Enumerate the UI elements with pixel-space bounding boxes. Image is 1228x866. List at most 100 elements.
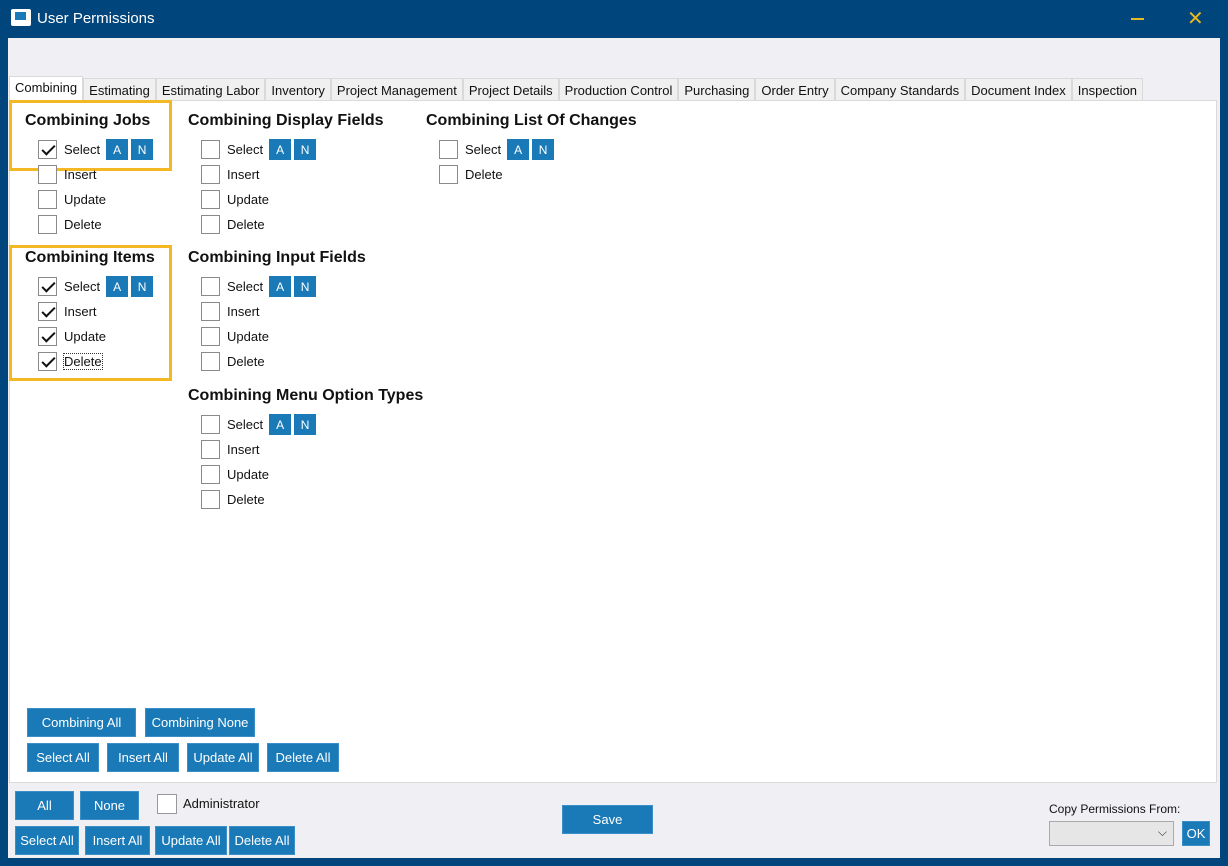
tab-estimating[interactable]: Estimating [83,78,156,101]
select-all-a-button[interactable]: A [269,276,292,297]
group-title: Combining Jobs [25,112,151,129]
panel-update-all-button[interactable]: Update All [187,743,259,772]
insert-checkbox[interactable] [201,165,220,184]
save-button[interactable]: Save [562,805,653,834]
tab-estimating-labor[interactable]: Estimating Labor [155,78,266,101]
delete-label[interactable]: Delete [227,492,265,507]
tab-project-management[interactable]: Project Management [330,78,463,101]
update-checkbox[interactable] [38,190,57,209]
select-checkbox[interactable] [439,140,458,159]
panel-insert-all-button[interactable]: Insert All [107,743,179,772]
delete-checkbox[interactable] [439,165,458,184]
delete-label[interactable]: Delete [227,217,265,232]
select-none-n-button[interactable]: N [294,139,317,160]
delete-label[interactable]: Delete [63,353,103,370]
group-title: Combining Display Fields [188,112,384,129]
delete-label[interactable]: Delete [465,167,503,182]
select-checkbox[interactable] [38,277,57,296]
update-checkbox[interactable] [201,190,220,209]
group-combining-jobs: Combining Jobs Select A N Insert Update Delete [25,112,154,237]
copy-permissions-dropdown[interactable]: ⌵ [1049,821,1174,846]
update-checkbox[interactable] [201,327,220,346]
combining-none-button[interactable]: Combining None [145,708,255,737]
footer-insert-all-button[interactable]: Insert All [85,826,150,855]
select-none-n-button[interactable]: N [294,414,317,435]
tab-project-details[interactable]: Project Details [462,78,559,101]
update-label[interactable]: Update [227,329,269,344]
footer-select-all-button[interactable]: Select All [15,826,79,855]
update-label[interactable]: Update [64,329,106,344]
delete-checkbox[interactable] [38,215,57,234]
update-label[interactable]: Update [64,192,106,207]
perm-row-update: Update [188,187,384,212]
select-checkbox[interactable] [38,140,57,159]
perm-row-insert: Insert [188,299,366,324]
delete-label[interactable]: Delete [64,217,102,232]
select-all-a-button[interactable]: A [269,139,292,160]
select-none-n-button[interactable]: N [131,139,154,160]
select-all-a-button[interactable]: A [106,276,129,297]
panel-delete-all-button[interactable]: Delete All [267,743,339,772]
tab-order-entry[interactable]: Order Entry [755,78,835,101]
select-label[interactable]: Select [227,142,263,157]
select-checkbox[interactable] [201,415,220,434]
select-none-n-button[interactable]: N [294,276,317,297]
delete-label[interactable]: Delete [227,354,265,369]
group-combining-items: Combining Items Select A N Insert Update Delet… [25,249,155,374]
tab-production-control[interactable]: Production Control [558,78,679,101]
combining-all-button[interactable]: Combining All [27,708,136,737]
tab-combining[interactable]: Combining [9,76,84,100]
delete-checkbox[interactable] [201,215,220,234]
update-checkbox[interactable] [201,465,220,484]
select-checkbox[interactable] [201,277,220,296]
tab-company-standards[interactable]: Company Standards [834,78,966,101]
select-none-n-button[interactable]: N [131,276,154,297]
perm-row-insert: Insert [25,162,153,187]
insert-label[interactable]: Insert [227,442,260,457]
insert-checkbox[interactable] [38,165,57,184]
insert-label[interactable]: Insert [64,167,97,182]
update-label[interactable]: Update [227,192,269,207]
insert-checkbox[interactable] [201,440,220,459]
minimize-icon[interactable] [1131,18,1144,20]
tab-purchasing[interactable]: Purchasing [678,78,756,101]
select-label[interactable]: Select [227,279,263,294]
group-combining-input-fields: Combining Input Fields Select A N Insert Upda… [188,249,366,374]
delete-checkbox[interactable] [201,490,220,509]
administrator-label: Administrator [183,796,260,811]
group-combining-display-fields: Combining Display Fields Select A N Insert Up… [188,112,384,237]
administrator-checkbox[interactable] [157,794,177,814]
select-label[interactable]: Select [64,279,100,294]
delete-checkbox[interactable] [201,352,220,371]
footer-update-all-button[interactable]: Update All [155,826,227,855]
select-label[interactable]: Select [465,142,501,157]
select-checkbox[interactable] [201,140,220,159]
tab-document-index[interactable]: Document Index [965,78,1072,101]
update-label[interactable]: Update [227,467,269,482]
panel-select-all-button[interactable]: Select All [27,743,99,772]
perm-row-update: Update [188,462,423,487]
insert-label[interactable]: Insert [227,304,260,319]
none-button[interactable]: None [80,791,139,820]
insert-label[interactable]: Insert [227,167,260,182]
insert-checkbox[interactable] [201,302,220,321]
insert-checkbox[interactable] [38,302,57,321]
select-label[interactable]: Select [64,142,100,157]
select-all-a-button[interactable]: A [507,139,530,160]
footer-delete-all-button[interactable]: Delete All [229,826,295,855]
perm-row-select: Select A N [25,274,155,299]
select-none-n-button[interactable]: N [532,139,555,160]
select-label[interactable]: Select [227,417,263,432]
close-icon[interactable]: ✕ [1187,6,1204,31]
perm-row-select: Select A N [426,137,637,162]
select-all-a-button[interactable]: A [269,414,292,435]
insert-label[interactable]: Insert [64,304,97,319]
all-button[interactable]: All [15,791,74,820]
update-checkbox[interactable] [38,327,57,346]
delete-checkbox[interactable] [38,352,57,371]
ok-button[interactable]: OK [1182,821,1210,846]
tab-inspection[interactable]: Inspection [1071,78,1144,101]
tab-inventory[interactable]: Inventory [265,78,331,101]
group-title: Combining Items [25,249,155,266]
select-all-a-button[interactable]: A [106,139,129,160]
